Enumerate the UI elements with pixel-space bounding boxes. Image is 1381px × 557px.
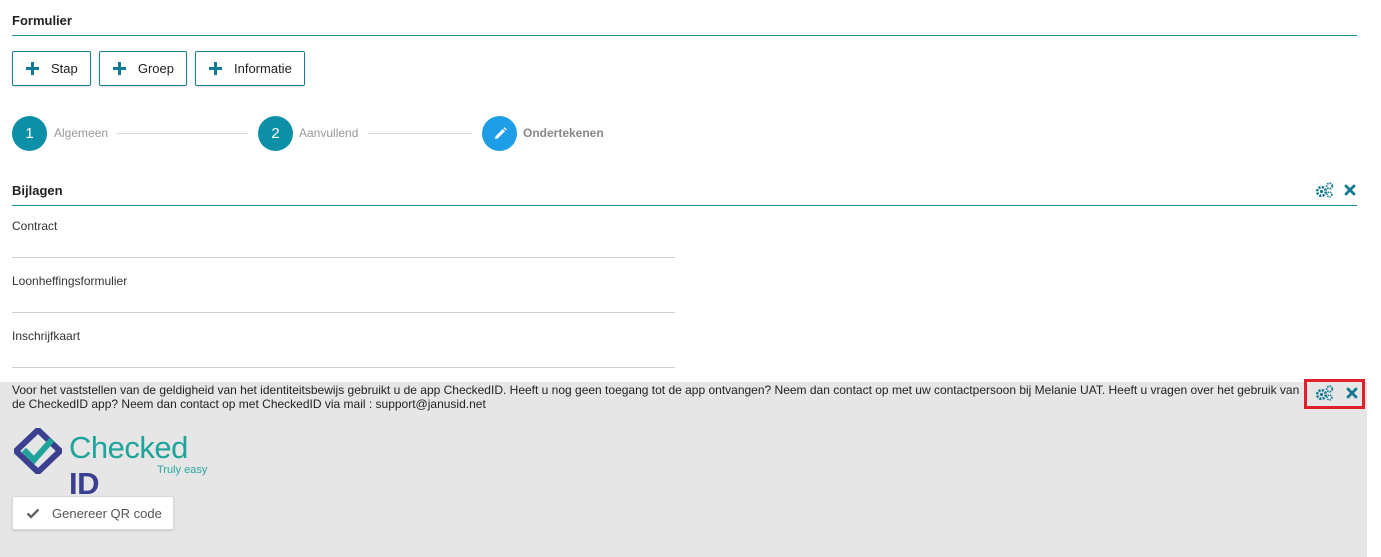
form-title: Formulier	[12, 13, 72, 28]
field-input-inschrijfkaart[interactable]	[12, 367, 675, 368]
generate-qr-button[interactable]: Genereer QR code	[12, 496, 174, 530]
add-group-label: Groep	[137, 61, 174, 76]
step-1-circle[interactable]: 1	[12, 116, 47, 151]
add-step-button[interactable]: Stap	[12, 51, 91, 86]
add-group-button[interactable]: Groep	[99, 51, 187, 86]
add-information-button[interactable]: Informatie	[195, 51, 305, 86]
attachments-actions	[1315, 182, 1356, 198]
attachments-divider	[12, 205, 1357, 206]
check-icon	[26, 508, 40, 519]
plus-icon	[26, 62, 39, 75]
step-2-label[interactable]: Aanvullend	[299, 126, 358, 140]
field-label-loonheffing: Loonheffingsformulier	[12, 274, 128, 288]
step-3-circle[interactable]	[482, 116, 517, 151]
plus-icon	[113, 62, 126, 75]
field-input-contract[interactable]	[12, 257, 675, 258]
checkedid-logo-mark	[14, 428, 62, 474]
step-connector	[368, 133, 472, 134]
step-connector	[117, 133, 248, 134]
field-input-loonheffing[interactable]	[12, 312, 675, 313]
checkedid-logo: Checked ID Truly easy	[14, 426, 214, 501]
attachments-title: Bijlagen	[12, 183, 63, 198]
plus-icon	[209, 62, 222, 75]
step-3-label[interactable]: Ondertekenen	[523, 126, 604, 140]
form-title-divider	[12, 35, 1357, 36]
step-2-circle[interactable]: 2	[258, 116, 293, 151]
step-1-label[interactable]: Algemeen	[54, 126, 108, 140]
checkedid-info-text: Voor het vaststellen van de geldigheid v…	[12, 383, 1300, 411]
close-icon[interactable]	[1344, 184, 1356, 196]
gears-icon[interactable]	[1315, 182, 1334, 198]
generate-qr-label: Genereer QR code	[52, 505, 162, 521]
add-information-label: Informatie	[234, 61, 292, 76]
form-builder-page: Formulier Stap Groep Informatie 1 Algeme…	[0, 0, 1381, 557]
field-label-contract: Contract	[12, 219, 58, 233]
pencil-icon	[492, 126, 508, 142]
add-step-label: Stap	[51, 61, 78, 76]
highlight-annotation	[1304, 379, 1365, 409]
logo-tagline: Truly easy	[157, 464, 208, 476]
field-label-inschrijfkaart: Inschrijfkaart	[12, 329, 81, 343]
